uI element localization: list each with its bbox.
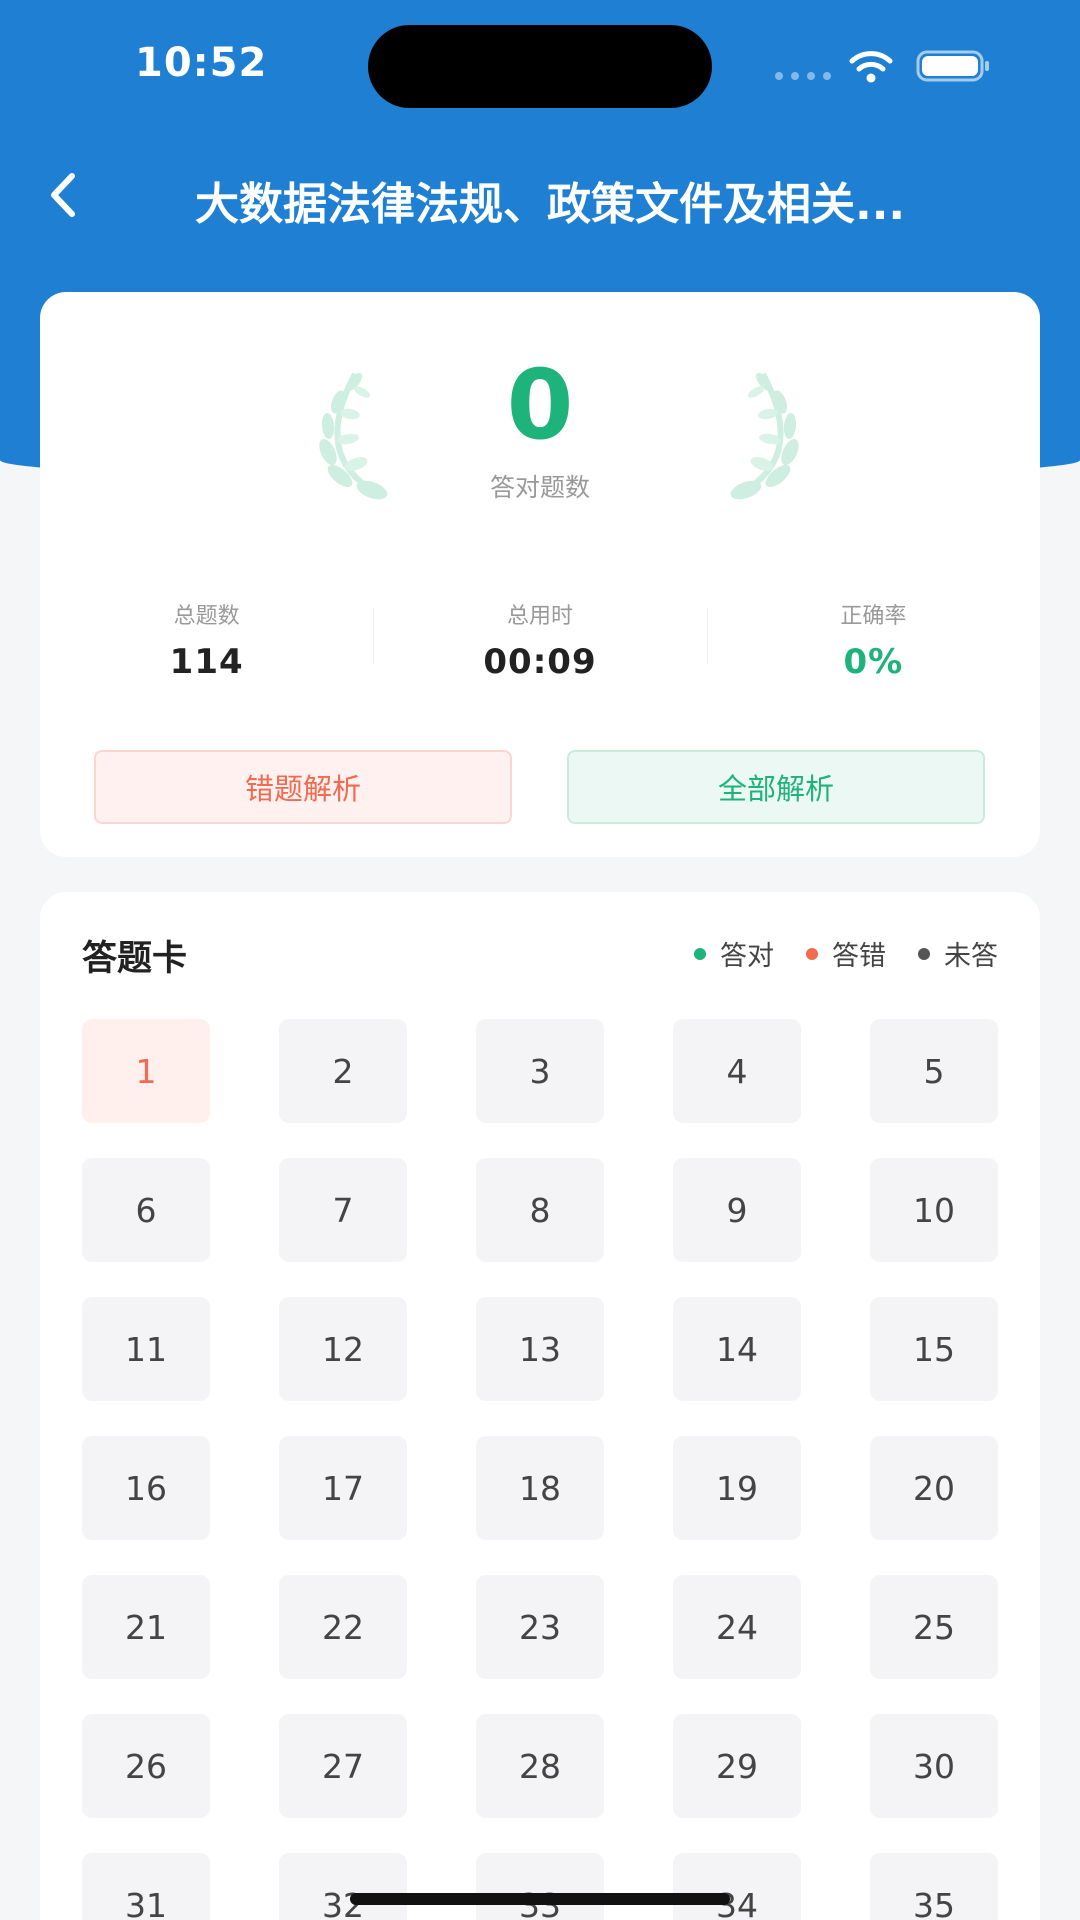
question-cell[interactable]: 2 bbox=[279, 1019, 407, 1123]
correct-count-label: 答对题数 bbox=[489, 473, 590, 502]
legend-unanswered: 未答 bbox=[918, 934, 998, 973]
question-cell[interactable]: 10 bbox=[870, 1158, 998, 1262]
question-cell[interactable]: 16 bbox=[82, 1436, 210, 1540]
page-title: 大数据法律法规、政策文件及相关... bbox=[195, 179, 906, 230]
stats-row: 总题数 114 总用时 00:09 正确率 0% bbox=[40, 598, 1040, 682]
correct-count: 0 bbox=[506, 349, 574, 461]
legend-label: 未答 bbox=[944, 941, 998, 972]
question-cell[interactable]: 5 bbox=[870, 1019, 998, 1123]
nav-bar: 大数据法律法规、政策文件及相关... bbox=[0, 150, 1080, 240]
status-time: 10:52 bbox=[135, 40, 268, 86]
stat-value: 00:09 bbox=[483, 642, 597, 682]
question-cell[interactable]: 18 bbox=[476, 1436, 604, 1540]
question-cell[interactable]: 15 bbox=[870, 1297, 998, 1401]
signal-icon bbox=[775, 72, 831, 80]
question-cell[interactable]: 14 bbox=[673, 1297, 801, 1401]
legend-wrong: 答错 bbox=[806, 934, 886, 973]
question-cell[interactable]: 21 bbox=[82, 1575, 210, 1679]
legend-correct: 答对 bbox=[694, 934, 774, 973]
stat-total-time: 总用时 00:09 bbox=[373, 598, 706, 682]
question-cell[interactable]: 17 bbox=[279, 1436, 407, 1540]
stat-total-questions: 总题数 114 bbox=[40, 598, 373, 682]
question-cell[interactable]: 12 bbox=[279, 1297, 407, 1401]
question-cell[interactable]: 19 bbox=[673, 1436, 801, 1540]
battery-icon bbox=[916, 50, 989, 82]
stat-label: 总题数 bbox=[173, 604, 240, 629]
question-cell[interactable]: 26 bbox=[82, 1714, 210, 1818]
wrong-dot-icon bbox=[806, 947, 818, 960]
question-cell[interactable]: 4 bbox=[673, 1019, 801, 1123]
question-cell[interactable]: 25 bbox=[870, 1575, 998, 1679]
question-cell[interactable]: 30 bbox=[870, 1714, 998, 1818]
question-cell[interactable]: 23 bbox=[476, 1575, 604, 1679]
question-cell[interactable]: 28 bbox=[476, 1714, 604, 1818]
home-indicator bbox=[350, 1893, 730, 1905]
question-cell[interactable]: 9 bbox=[673, 1158, 801, 1262]
question-cell[interactable]: 13 bbox=[476, 1297, 604, 1401]
question-cell[interactable]: 31 bbox=[82, 1853, 210, 1920]
dynamic-island bbox=[368, 25, 712, 108]
correct-dot-icon bbox=[694, 947, 706, 960]
legend: 答对 答错 未答 bbox=[694, 934, 998, 973]
stat-value: 114 bbox=[169, 642, 244, 682]
question-cell[interactable]: 27 bbox=[279, 1714, 407, 1818]
question-cell[interactable]: 1 bbox=[82, 1019, 210, 1123]
stat-value: 0% bbox=[843, 642, 904, 682]
question-cell[interactable]: 22 bbox=[279, 1575, 407, 1679]
wifi-icon bbox=[849, 51, 893, 83]
question-cell[interactable]: 24 bbox=[673, 1575, 801, 1679]
question-cell[interactable]: 35 bbox=[870, 1853, 998, 1920]
question-cell[interactable]: 34 bbox=[673, 1853, 801, 1920]
all-analysis-button[interactable]: 全部解析 bbox=[567, 750, 985, 824]
answer-sheet-title: 答题卡 bbox=[82, 939, 188, 979]
question-cell[interactable]: 20 bbox=[870, 1436, 998, 1540]
stat-label: 总用时 bbox=[506, 604, 573, 629]
question-cell[interactable]: 32 bbox=[279, 1853, 407, 1920]
question-cell[interactable]: 7 bbox=[279, 1158, 407, 1262]
legend-label: 答对 bbox=[720, 941, 774, 972]
question-cell[interactable]: 3 bbox=[476, 1019, 604, 1123]
question-cell[interactable]: 29 bbox=[673, 1714, 801, 1818]
question-cell[interactable]: 33 bbox=[476, 1853, 604, 1920]
wrong-analysis-button[interactable]: 错题解析 bbox=[94, 750, 512, 824]
question-cell[interactable]: 6 bbox=[82, 1158, 210, 1262]
unanswered-dot-icon bbox=[918, 947, 930, 960]
stat-accuracy: 正确率 0% bbox=[706, 598, 1040, 682]
question-grid: 1 2 3 4 5 6 7 8 9 10 11 12 13 14 15 16 17 18 19 20 21 22 23 24 2… bbox=[82, 1019, 999, 1920]
question-cell[interactable]: 11 bbox=[82, 1297, 210, 1401]
status-bar: 10:52 bbox=[0, 0, 1080, 130]
back-chevron-icon[interactable] bbox=[40, 170, 90, 220]
question-cell[interactable]: 8 bbox=[476, 1158, 604, 1262]
legend-label: 答错 bbox=[832, 941, 886, 972]
result-summary-card: 0 答对题数 总题数 114 总用时 00:09 正确率 0% 错题解析 全部解… bbox=[40, 292, 1040, 857]
stat-label: 正确率 bbox=[840, 604, 907, 629]
answer-sheet-card: 答题卡 答对 答错 未答 1 2 3 4 5 6 7 8 9 10 11 12 13 14 15 16 17 18… bbox=[40, 892, 1040, 1920]
